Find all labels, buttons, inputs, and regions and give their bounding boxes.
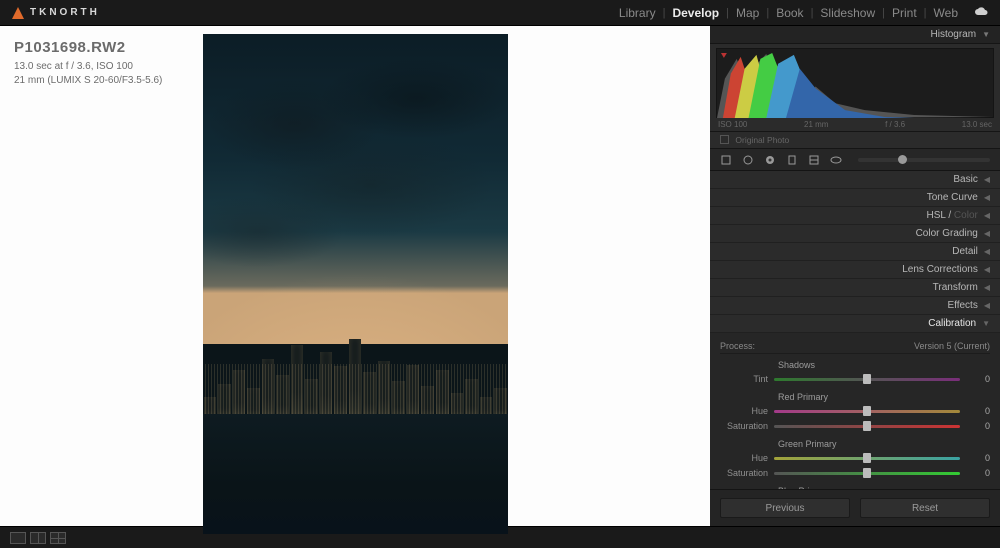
module-picker: Library|Develop|Map|Book|Slideshow|Print… xyxy=(613,6,988,20)
slider-label: Saturation xyxy=(720,421,774,431)
slider-track[interactable] xyxy=(774,472,960,475)
slider-knob[interactable] xyxy=(863,453,871,463)
slider-knob[interactable] xyxy=(863,406,871,416)
chevron-left-icon: ◀ xyxy=(984,229,990,238)
histogram-plot[interactable] xyxy=(716,48,994,118)
section-header-lens-corrections[interactable]: Lens Corrections◀ xyxy=(710,261,1000,279)
slider-knob[interactable] xyxy=(863,468,871,478)
chevron-left-icon: ◀ xyxy=(984,283,990,292)
brand-text: TKNORTH xyxy=(30,7,100,18)
original-photo-checkbox[interactable]: Original Photo xyxy=(710,131,1000,149)
chevron-down-icon: ▼ xyxy=(982,30,990,39)
main-area: P1031698.RW2 13.0 sec at f / 3.6, ISO 10… xyxy=(0,26,1000,526)
section-header-transform[interactable]: Transform◀ xyxy=(710,279,1000,297)
spot-removal-icon[interactable] xyxy=(742,154,754,166)
chevron-left-icon: ◀ xyxy=(984,265,990,274)
slider-label: Saturation xyxy=(720,468,774,478)
previous-button[interactable]: Previous xyxy=(720,498,850,518)
slider-red-primary-hue[interactable]: Hue 0 xyxy=(720,404,990,418)
module-tab-map[interactable]: Map xyxy=(730,6,765,20)
section-header-detail[interactable]: Detail◀ xyxy=(710,243,1000,261)
chevron-left-icon: ◀ xyxy=(984,175,990,184)
module-tab-develop[interactable]: Develop xyxy=(666,6,725,20)
chevron-down-icon: ▼ xyxy=(982,319,990,328)
calibration-panel: Process:Version 5 (Current) Shadows Tint 0 R… xyxy=(710,333,1000,489)
panel-sections: Basic◀Tone Curve◀HSL / Color◀Color Gradi… xyxy=(710,171,1000,489)
histogram-svg xyxy=(717,49,993,118)
redeye-icon[interactable] xyxy=(764,154,776,166)
tool-strip xyxy=(710,149,1000,171)
chevron-left-icon: ◀ xyxy=(984,193,990,202)
brand-mark-icon xyxy=(12,7,24,19)
reset-button[interactable]: Reset xyxy=(860,498,990,518)
top-bar: TKNORTH Library|Develop|Map|Book|Slidesh… xyxy=(0,0,1000,26)
tool-size-slider[interactable] xyxy=(858,158,990,162)
cloud-sync-icon[interactable] xyxy=(974,6,988,20)
gradient-icon[interactable] xyxy=(808,154,820,166)
group-title: Shadows xyxy=(778,360,990,370)
slider-value: 0 xyxy=(960,468,990,478)
chevron-left-icon: ◀ xyxy=(984,247,990,256)
develop-panel: Histogram ▼ ISO 100 21 mm f / 3.6 13. xyxy=(710,26,1000,526)
hist-label-shutter: 13.0 sec xyxy=(962,120,992,129)
hist-label-focal: 21 mm xyxy=(804,120,828,129)
slider-label: Hue xyxy=(720,453,774,463)
histogram-title: Histogram xyxy=(931,29,977,40)
module-tab-print[interactable]: Print xyxy=(886,6,923,20)
slider-track[interactable] xyxy=(774,457,960,460)
slider-red-primary-saturation[interactable]: Saturation 0 xyxy=(720,419,990,433)
hist-label-aperture: f / 3.6 xyxy=(885,120,905,129)
slider-track[interactable] xyxy=(774,425,960,428)
group-title: Red Primary xyxy=(778,392,990,402)
slider-knob[interactable] xyxy=(863,374,871,384)
slider-shadows-tint[interactable]: Tint 0 xyxy=(720,372,990,386)
histogram-header[interactable]: Histogram ▼ xyxy=(710,26,1000,44)
compare-view-icon[interactable] xyxy=(30,532,46,544)
hist-label-iso: ISO 100 xyxy=(718,120,747,129)
brand-logo: TKNORTH xyxy=(12,7,100,19)
survey-view-icon[interactable] xyxy=(50,532,66,544)
image-exposure: 13.0 sec at f / 3.6, ISO 100 xyxy=(14,60,162,74)
image-lens: 21 mm (LUMIX S 20-60/F3.5-5.6) xyxy=(14,74,162,88)
module-tab-slideshow[interactable]: Slideshow xyxy=(814,6,881,20)
section-header-hsl-color[interactable]: HSL / Color◀ xyxy=(710,207,1000,225)
section-header-basic[interactable]: Basic◀ xyxy=(710,171,1000,189)
slider-green-primary-hue[interactable]: Hue 0 xyxy=(720,451,990,465)
slider-green-primary-saturation[interactable]: Saturation 0 xyxy=(720,466,990,480)
chevron-left-icon: ◀ xyxy=(984,301,990,310)
chevron-left-icon: ◀ xyxy=(984,211,990,220)
section-header-tone-curve[interactable]: Tone Curve◀ xyxy=(710,189,1000,207)
mask-icon[interactable] xyxy=(786,154,798,166)
radial-icon[interactable] xyxy=(830,154,842,166)
slider-value: 0 xyxy=(960,453,990,463)
slider-value: 0 xyxy=(960,421,990,431)
slider-value: 0 xyxy=(960,406,990,416)
slider-track[interactable] xyxy=(774,410,960,413)
loupe-view-icon[interactable] xyxy=(10,532,26,544)
preview-image[interactable] xyxy=(203,34,508,534)
slider-value: 0 xyxy=(960,374,990,384)
section-header-color-grading[interactable]: Color Grading◀ xyxy=(710,225,1000,243)
module-tab-library[interactable]: Library xyxy=(613,6,662,20)
panel-footer: Previous Reset xyxy=(710,489,1000,526)
section-header-effects[interactable]: Effects◀ xyxy=(710,297,1000,315)
module-tab-book[interactable]: Book xyxy=(770,6,809,20)
process-row[interactable]: Process:Version 5 (Current) xyxy=(720,337,990,354)
group-title: Green Primary xyxy=(778,439,990,449)
slider-label: Tint xyxy=(720,374,774,384)
histogram-labels: ISO 100 21 mm f / 3.6 13.0 sec xyxy=(710,120,1000,131)
image-metadata: P1031698.RW2 13.0 sec at f / 3.6, ISO 10… xyxy=(14,38,162,87)
crop-icon[interactable] xyxy=(720,154,732,166)
image-filename: P1031698.RW2 xyxy=(14,38,162,58)
original-photo-label: Original Photo xyxy=(735,135,789,145)
section-header-calibration[interactable]: Calibration▼ xyxy=(710,315,1000,333)
slider-knob[interactable] xyxy=(863,421,871,431)
slider-track[interactable] xyxy=(774,378,960,381)
image-canvas[interactable]: P1031698.RW2 13.0 sec at f / 3.6, ISO 10… xyxy=(0,26,710,526)
module-tab-web[interactable]: Web xyxy=(928,6,964,20)
slider-label: Hue xyxy=(720,406,774,416)
